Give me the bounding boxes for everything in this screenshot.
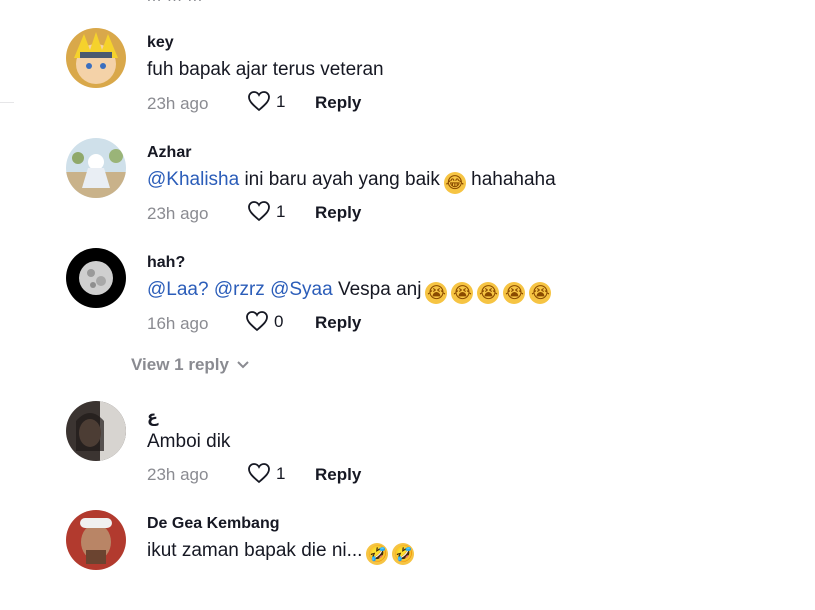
reply-button[interactable]: Reply	[315, 465, 361, 485]
comment-item: key fuh bapak ajar terus veteran 23h ago…	[0, 28, 815, 128]
avatar[interactable]	[66, 28, 126, 88]
heart-icon[interactable]	[247, 462, 271, 484]
comment-item: ع Amboi dik 23h ago 1 Reply	[0, 401, 815, 501]
comment-text: fuh bapak ajar terus veteran	[147, 59, 384, 80]
view-replies-button[interactable]: View 1 reply	[131, 355, 249, 375]
previous-comment-cut: … … …	[146, 0, 203, 6]
comment-item: Azhar @Khalisha ini baru ayah yang baik 😂…	[0, 138, 815, 238]
mention-link[interactable]: @rzrz	[214, 279, 265, 300]
view-replies-label: View 1 reply	[131, 355, 229, 374]
avatar[interactable]	[66, 138, 126, 198]
chevron-down-icon	[237, 361, 249, 369]
like-count: 0	[274, 312, 284, 331]
avatar[interactable]	[66, 510, 126, 570]
mention-link[interactable]: @Syaa	[270, 279, 333, 300]
rolling-laughing-emoji-icon: 🤣	[392, 543, 415, 565]
avatar[interactable]	[66, 248, 126, 308]
reply-button[interactable]: Reply	[315, 93, 361, 113]
comment-text: Amboi dik	[147, 431, 231, 452]
username[interactable]: hah?	[147, 254, 185, 272]
rolling-laughing-emoji-icon: 🤣	[366, 543, 389, 565]
like-count: 1	[276, 202, 286, 221]
timestamp: 16h ago	[147, 314, 209, 333]
reply-button[interactable]: Reply	[315, 203, 361, 223]
username[interactable]: key	[147, 34, 174, 52]
heart-icon[interactable]	[247, 200, 271, 222]
comment-item: hah? @Laa? @rzrz @Syaa Vespa anj 😭 😭 😭 😭 😭 16…	[0, 248, 815, 348]
timestamp: 23h ago	[147, 94, 209, 113]
laughing-emoji-icon: 😂	[443, 172, 466, 194]
mention-link[interactable]: @Khalisha	[147, 169, 239, 190]
avatar[interactable]	[66, 401, 126, 461]
comment-item: De Gea Kembang ikut zaman bapak die ni..…	[0, 510, 815, 610]
username[interactable]: Azhar	[147, 144, 191, 162]
mention-link[interactable]: @Laa?	[147, 279, 209, 300]
timestamp: 23h ago	[147, 204, 209, 223]
crying-emoji-icon: 😭	[477, 282, 500, 304]
heart-icon[interactable]	[245, 310, 269, 332]
comment-text: ikut zaman bapak die ni... 🤣 🤣	[147, 540, 415, 565]
heart-icon[interactable]	[247, 90, 271, 112]
like-count: 1	[276, 464, 286, 483]
username[interactable]: De Gea Kembang	[147, 515, 279, 533]
crying-emoji-icon: 😭	[451, 282, 474, 304]
comment-text: @Khalisha ini baru ayah yang baik 😂 hahah…	[147, 169, 556, 194]
username[interactable]: ع	[147, 407, 158, 427]
crying-emoji-icon: 😭	[529, 282, 552, 304]
reply-button[interactable]: Reply	[315, 313, 361, 333]
comment-text: @Laa? @rzrz @Syaa Vespa anj 😭 😭 😭 😭 😭	[147, 279, 552, 304]
crying-emoji-icon: 😭	[503, 282, 526, 304]
timestamp: 23h ago	[147, 465, 209, 484]
crying-emoji-icon: 😭	[425, 282, 448, 304]
like-count: 1	[276, 92, 286, 111]
